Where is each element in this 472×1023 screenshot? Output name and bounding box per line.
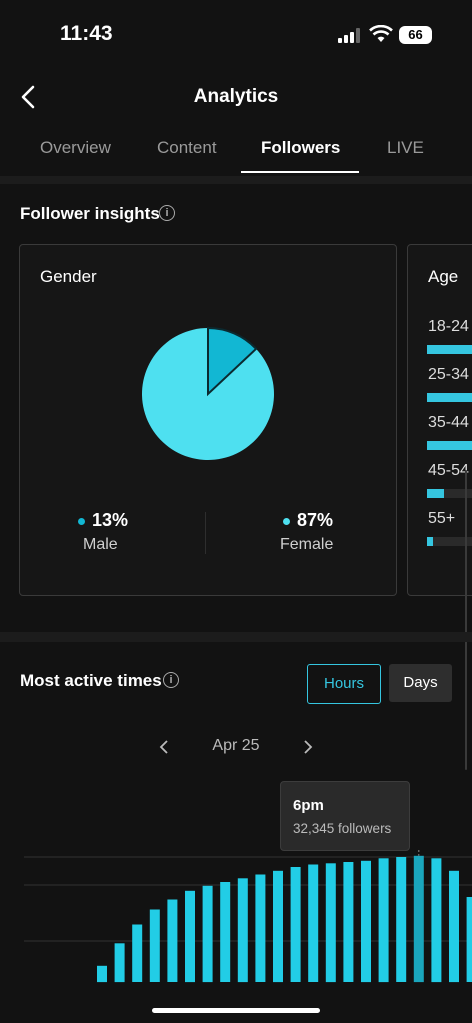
gender-pie-chart <box>142 326 274 460</box>
tab-followers[interactable]: Followers <box>261 138 340 158</box>
info-icon[interactable]: i <box>159 205 175 221</box>
gender-separator <box>205 512 206 554</box>
age-card-title: Age <box>428 267 459 286</box>
female-percentage-value: 87% <box>297 510 334 530</box>
section-divider <box>0 176 472 184</box>
age-bar <box>427 489 444 498</box>
active-tab-indicator <box>241 171 359 173</box>
chart-bar[interactable] <box>413 855 424 983</box>
status-time: 11:43 <box>60 22 113 45</box>
chart-bar[interactable] <box>114 943 125 983</box>
page-title: Analytics <box>193 86 279 107</box>
home-indicator[interactable] <box>152 1008 320 1013</box>
current-date: Apr 25 <box>212 737 260 754</box>
section-divider-2 <box>0 632 472 642</box>
chart-bar[interactable] <box>149 909 160 983</box>
cellular-signal-icon <box>338 28 364 43</box>
tab-bar: Overview Content Followers LIVE <box>0 136 472 173</box>
chart-bar[interactable] <box>202 885 213 983</box>
age-bar <box>427 393 472 402</box>
age-label: 35-44 <box>428 414 469 431</box>
tooltip-follower-count: 32,345 followers <box>293 821 392 836</box>
chart-bar[interactable] <box>325 863 336 983</box>
chart-bar[interactable] <box>466 897 472 982</box>
age-bar <box>427 441 472 450</box>
most-active-times-title: Most active times <box>20 671 162 690</box>
date-navigator: Apr 25 <box>0 733 472 763</box>
chart-bar[interactable] <box>378 858 389 983</box>
age-bar <box>427 345 472 354</box>
chart-bar[interactable] <box>220 882 231 982</box>
wifi-icon <box>369 25 393 42</box>
chart-bar[interactable] <box>308 864 319 983</box>
chart-bar[interactable] <box>255 874 266 983</box>
chart-bar[interactable] <box>396 857 407 982</box>
chart-bar[interactable] <box>132 924 143 983</box>
age-label: 45-54 <box>428 462 469 479</box>
female-label: Female <box>280 536 334 553</box>
app-header: Analytics Overview Content Followers LIV… <box>0 70 472 180</box>
chart-bar[interactable] <box>185 890 195 983</box>
scrollbar[interactable] <box>465 470 467 770</box>
battery-icon: 66 <box>399 26 432 44</box>
chart-bar[interactable] <box>273 870 283 983</box>
days-toggle-button[interactable]: Days <box>389 664 452 702</box>
chart-bar[interactable] <box>343 862 354 982</box>
tooltip-time: 6pm <box>293 797 324 814</box>
chart-bar[interactable] <box>167 899 178 983</box>
age-label: 18-24 <box>428 318 469 335</box>
male-percentage: 13% <box>78 510 128 531</box>
male-percentage-value: 13% <box>92 510 129 530</box>
chart-bar[interactable] <box>97 965 107 983</box>
male-label: Male <box>83 536 118 553</box>
age-label: 55+ <box>428 510 456 527</box>
chart-bar[interactable] <box>361 860 371 983</box>
follower-insights-title: Follower insights <box>20 204 160 223</box>
chart-bar[interactable] <box>431 858 442 983</box>
status-bar: 11:43 66 <box>0 0 472 70</box>
tab-content[interactable]: Content <box>157 138 217 158</box>
female-percentage: 87% <box>283 510 333 531</box>
hours-toggle-button[interactable]: Hours <box>307 664 381 704</box>
chart-bar[interactable] <box>290 867 301 982</box>
age-label: 25-34 <box>428 366 469 383</box>
male-dot <box>78 517 85 525</box>
chart-bar[interactable] <box>237 878 248 983</box>
info-icon-2[interactable]: i <box>163 672 179 688</box>
tab-live[interactable]: LIVE <box>387 138 424 158</box>
chart-tooltip: 6pm 32,345 followers <box>280 781 410 851</box>
tab-overview[interactable]: Overview <box>40 138 111 158</box>
chevron-right-icon[interactable] <box>301 739 315 755</box>
chart-bar[interactable] <box>449 870 459 983</box>
female-dot <box>283 517 290 525</box>
age-bar <box>427 537 433 546</box>
gender-card-title: Gender <box>40 267 97 286</box>
